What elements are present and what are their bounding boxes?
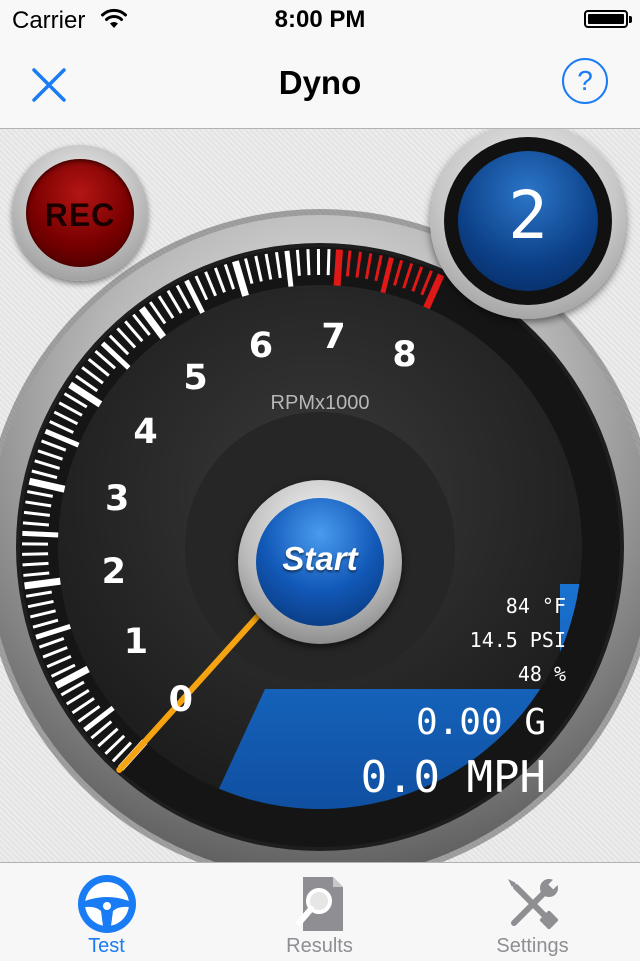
- g-force-readout: 0.00 G: [416, 702, 546, 743]
- dial-number-3: 3: [97, 479, 137, 519]
- dial-number-2: 2: [94, 552, 134, 592]
- start-label: Start: [256, 540, 384, 578]
- humidity-readout: 48 %: [518, 662, 566, 686]
- tab-results-label: Results: [213, 935, 426, 958]
- minor-tick: [308, 249, 309, 275]
- temperature-readout: 84 °F: [506, 594, 566, 618]
- gear-value: 2: [458, 177, 598, 254]
- pressure-readout: 14.5 PSI: [470, 628, 566, 652]
- gauge-area: REC 2 RPMx1000 01 2 3 45678 Start 84 °F 14.…: [0, 129, 640, 862]
- tab-results[interactable]: Results: [213, 863, 426, 961]
- page-title: Dyno: [0, 64, 640, 102]
- magnifier-document-icon: [289, 873, 351, 935]
- minor-tick: [22, 554, 48, 555]
- dial-number-4: 4: [126, 412, 166, 452]
- start-button[interactable]: Start: [238, 480, 402, 644]
- minor-tick: [23, 523, 49, 525]
- clock: 8:00 PM: [0, 6, 640, 34]
- navigation-bar: Dyno ?: [0, 40, 640, 129]
- minor-tick: [22, 533, 58, 535]
- battery-icon: [584, 10, 628, 28]
- wrench-screwdriver-icon: [502, 873, 564, 935]
- dial-number-0: 0: [161, 680, 201, 720]
- record-label: REC: [26, 197, 134, 234]
- tab-settings[interactable]: Settings: [426, 863, 639, 961]
- dial-number-5: 5: [176, 358, 216, 398]
- minor-tick: [297, 250, 299, 276]
- dial-number-6: 6: [241, 326, 281, 366]
- dial-number-7: 7: [314, 317, 354, 357]
- record-button[interactable]: REC: [12, 145, 148, 281]
- minor-tick: [328, 249, 329, 275]
- steering-wheel-icon: [76, 873, 138, 935]
- rpm-unit-label: RPMx1000: [0, 392, 640, 415]
- tab-settings-label: Settings: [426, 935, 639, 958]
- gear-indicator: 2: [430, 129, 640, 319]
- status-bar: Carrier 8:00 PM: [0, 0, 640, 40]
- tab-bar: Test Results Settings: [0, 862, 640, 961]
- minor-tick: [23, 563, 49, 565]
- tab-test-label: Test: [0, 935, 213, 958]
- dial-number-1: 1: [116, 622, 156, 662]
- speed-readout: 0.0 MPH: [361, 752, 546, 803]
- dial-number-8: 8: [385, 335, 425, 375]
- tab-test[interactable]: Test: [0, 863, 213, 961]
- help-button[interactable]: ?: [562, 58, 608, 104]
